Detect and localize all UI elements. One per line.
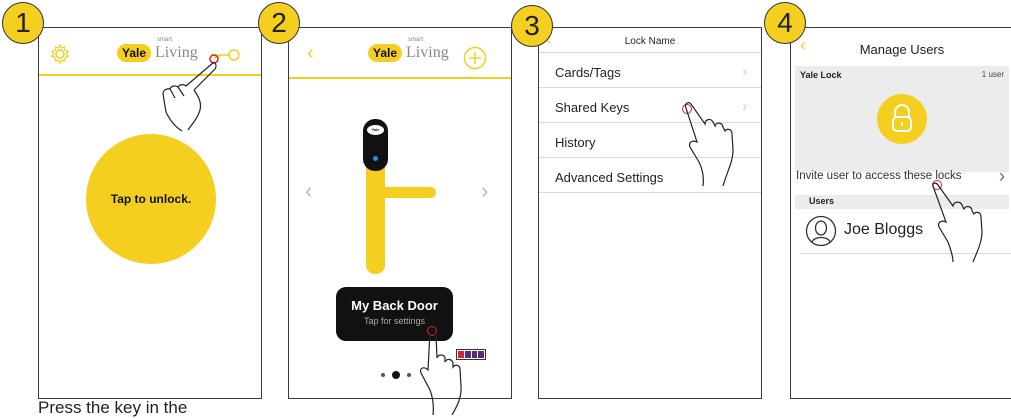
header-divider [39, 74, 261, 76]
menu-item-cards-tags[interactable]: Cards/Tags › [539, 53, 761, 87]
logo-brand: Yale [368, 44, 403, 62]
step-badge-4: 4 [764, 2, 806, 44]
page-title: Manage Users [859, 42, 945, 57]
add-lock-icon[interactable] [463, 46, 487, 70]
lock-name: Yale Lock [800, 70, 842, 80]
header-divider [289, 77, 511, 79]
logo-smart: smart [408, 37, 424, 43]
door-settings-hint: Tap for settings [363, 316, 426, 326]
lock-handle [371, 187, 436, 198]
user-avatar-icon [805, 215, 837, 247]
menu-item-label: Advanced Settings [555, 170, 664, 185]
users-header-label: Users [809, 196, 835, 206]
page-indicator [381, 371, 411, 379]
tapping-hand-icon [932, 182, 983, 262]
user-count: 1 user [981, 70, 1004, 79]
logo-brand: Yale [117, 44, 152, 62]
lock-circle-icon [877, 94, 927, 144]
page-title: Lock Name [624, 36, 676, 47]
page-dot [381, 373, 385, 377]
menu-item-label: Cards/Tags [555, 65, 621, 80]
unlock-button[interactable]: Tap to unlock. [86, 134, 216, 264]
chevron-right-icon: › [742, 98, 747, 114]
screen-lock-settings: ‹ Lock Name Cards/Tags › Shared Keys › H… [538, 27, 762, 399]
step-badge-1: 1 [2, 2, 44, 44]
back-chevron-icon[interactable]: ‹ [307, 42, 314, 65]
chevron-right-icon: › [999, 166, 1005, 186]
step-badge-2: 2 [258, 2, 300, 44]
lock-keypad-brand: Yale [367, 125, 384, 135]
gear-icon[interactable] [49, 43, 71, 65]
menu-item-label: Shared Keys [555, 100, 630, 115]
logo-product-text: Living [406, 44, 449, 61]
page-dot [407, 373, 411, 377]
yale-living-logo: Yale smart Living [368, 37, 449, 62]
door-name: My Back Door [351, 298, 438, 313]
next-lock-chevron-icon[interactable]: › [481, 178, 488, 204]
tapping-hand-icon [162, 54, 219, 132]
screen-lock-view: ‹ Yale smart Living ‹ › Yale My Back Door… [288, 27, 512, 399]
user-name: Joe Bloggs [844, 221, 924, 238]
tapping-hand-icon [684, 102, 734, 186]
page-dot-active [392, 371, 400, 379]
logo-smart: smart [157, 37, 173, 43]
menu-item-label: History [555, 135, 596, 150]
logo-product: smart Living [406, 37, 449, 62]
divider [539, 192, 761, 193]
lock-led [373, 156, 378, 161]
chevron-right-icon: › [742, 63, 747, 79]
screen-home: Yale smart Living Tap to unlock. [38, 27, 262, 399]
lock-keypad: Yale [363, 119, 388, 171]
previous-lock-chevron-icon[interactable]: ‹ [305, 178, 312, 204]
padlock-icon [892, 104, 912, 132]
tapping-hand-icon [419, 330, 462, 415]
step-badge-3: 3 [511, 5, 553, 47]
instruction-caption: Press the key in the [38, 398, 188, 417]
unlock-button-label: Tap to unlock. [110, 192, 192, 206]
